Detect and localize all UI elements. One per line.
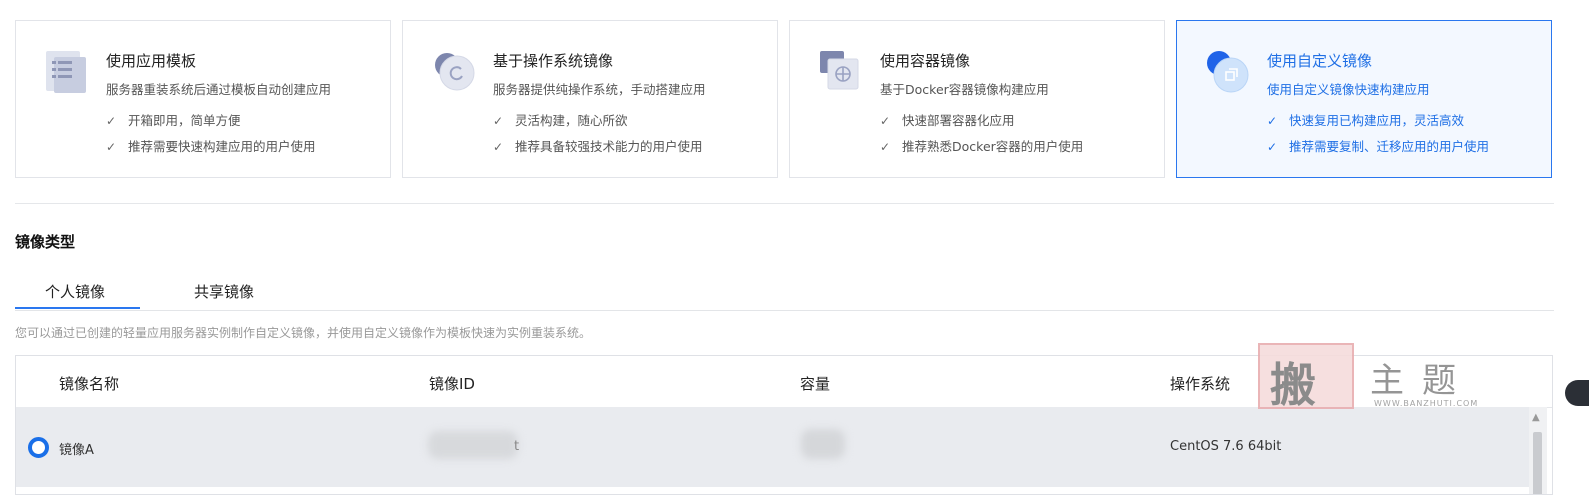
custom-image-icon [1207, 51, 1249, 93]
side-floating-tab[interactable] [1565, 380, 1589, 406]
card-feature: ✓ 推荐具备较强技术能力的用户使用 [493, 139, 703, 154]
card-title: 使用自定义镜像 [1267, 52, 1373, 70]
app-template-icon [46, 51, 86, 93]
section-title: 镜像类型 [15, 233, 76, 251]
card-description: 服务器提供纯操作系统，手动搭建应用 [493, 82, 706, 97]
card-container-image[interactable]: 使用容器镜像 基于Docker容器镜像构建应用 ✓ 快速部署容器化应用 ✓ 推荐熟悉… [789, 20, 1165, 178]
check-icon: ✓ [106, 114, 117, 128]
card-feature: ✓ 推荐熟悉Docker容器的用户使用 [880, 139, 1084, 154]
check-icon: ✓ [880, 140, 891, 154]
card-feature: ✓ 开箱即用，简单方便 [106, 113, 241, 128]
card-title: 使用容器镜像 [880, 52, 971, 70]
card-os-image[interactable]: 基于操作系统镜像 服务器提供纯操作系统，手动搭建应用 ✓ 灵活构建，随心所欲 ✓ 推… [402, 20, 778, 178]
row-radio-button[interactable] [28, 437, 49, 458]
check-icon: ✓ [106, 140, 117, 154]
table-scrollbar[interactable]: ▲ [1529, 407, 1547, 494]
card-app-template[interactable]: 使用应用模板 服务器重装系统后通过模板自动创建应用 ✓ 开箱即用，简单方便 ✓ 推荐… [15, 20, 391, 178]
card-feature: ✓ 快速部署容器化应用 [880, 113, 1015, 128]
help-text: 您可以通过已创建的轻量应用服务器实例制作自定义镜像，并使用自定义镜像作为模板快速… [15, 326, 592, 340]
watermark-url: WWW.BANZHUTI.COM [1374, 399, 1479, 408]
card-feature: ✓ 灵活构建，随心所欲 [493, 113, 628, 128]
column-header-os: 操作系统 [1170, 375, 1231, 393]
container-image-icon [820, 51, 859, 90]
scroll-thumb[interactable] [1533, 432, 1542, 494]
column-header-name: 镜像名称 [59, 375, 120, 393]
card-custom-image[interactable]: 使用自定义镜像 使用自定义镜像快速构建应用 ✓ 快速复用已构建应用，灵活高效 ✓ 推… [1176, 20, 1552, 178]
card-feature: ✓ 快速复用已构建应用，灵活高效 [1267, 113, 1465, 128]
card-title: 使用应用模板 [106, 52, 197, 70]
check-icon: ✓ [493, 140, 504, 154]
check-icon: ✓ [1267, 140, 1278, 154]
active-tab-indicator [15, 307, 140, 309]
card-description: 服务器重装系统后通过模板自动创建应用 [106, 82, 332, 97]
watermark-logo: 搬 主题 WWW.BANZHUTI.COM [1258, 343, 1488, 413]
card-description: 使用自定义镜像快速构建应用 [1267, 82, 1430, 97]
check-icon: ✓ [880, 114, 891, 128]
redacted-image-id [428, 431, 518, 459]
os-image-icon [435, 53, 475, 91]
tab-personal-image[interactable]: 个人镜像 [45, 281, 105, 302]
card-title: 基于操作系统镜像 [493, 52, 614, 70]
image-name-cell: 镜像A [59, 443, 94, 458]
section-divider [15, 203, 1554, 204]
os-cell: CentOS 7.6 64bit [1170, 439, 1282, 454]
check-icon: ✓ [493, 114, 504, 128]
card-description: 基于Docker容器镜像构建应用 [880, 82, 1049, 97]
image-id-cell: t [514, 439, 520, 454]
card-feature: ✓ 推荐需要快速构建应用的用户使用 [106, 139, 316, 154]
watermark-seal: 搬 [1258, 343, 1354, 412]
table-row[interactable]: 镜像A t CentOS 7.6 64bit [16, 407, 1529, 487]
column-header-size: 容量 [800, 375, 831, 393]
tab-shared-image[interactable]: 共享镜像 [194, 281, 254, 302]
column-header-id: 镜像ID [429, 375, 475, 393]
card-feature: ✓ 推荐需要复制、迁移应用的用户使用 [1267, 139, 1490, 154]
watermark-text: 主题 [1370, 361, 1474, 401]
redacted-size [801, 429, 845, 459]
scroll-up-arrow-icon[interactable]: ▲ [1532, 412, 1540, 423]
check-icon: ✓ [1267, 114, 1278, 128]
image-type-tabs: 个人镜像 共享镜像 [15, 274, 1554, 311]
